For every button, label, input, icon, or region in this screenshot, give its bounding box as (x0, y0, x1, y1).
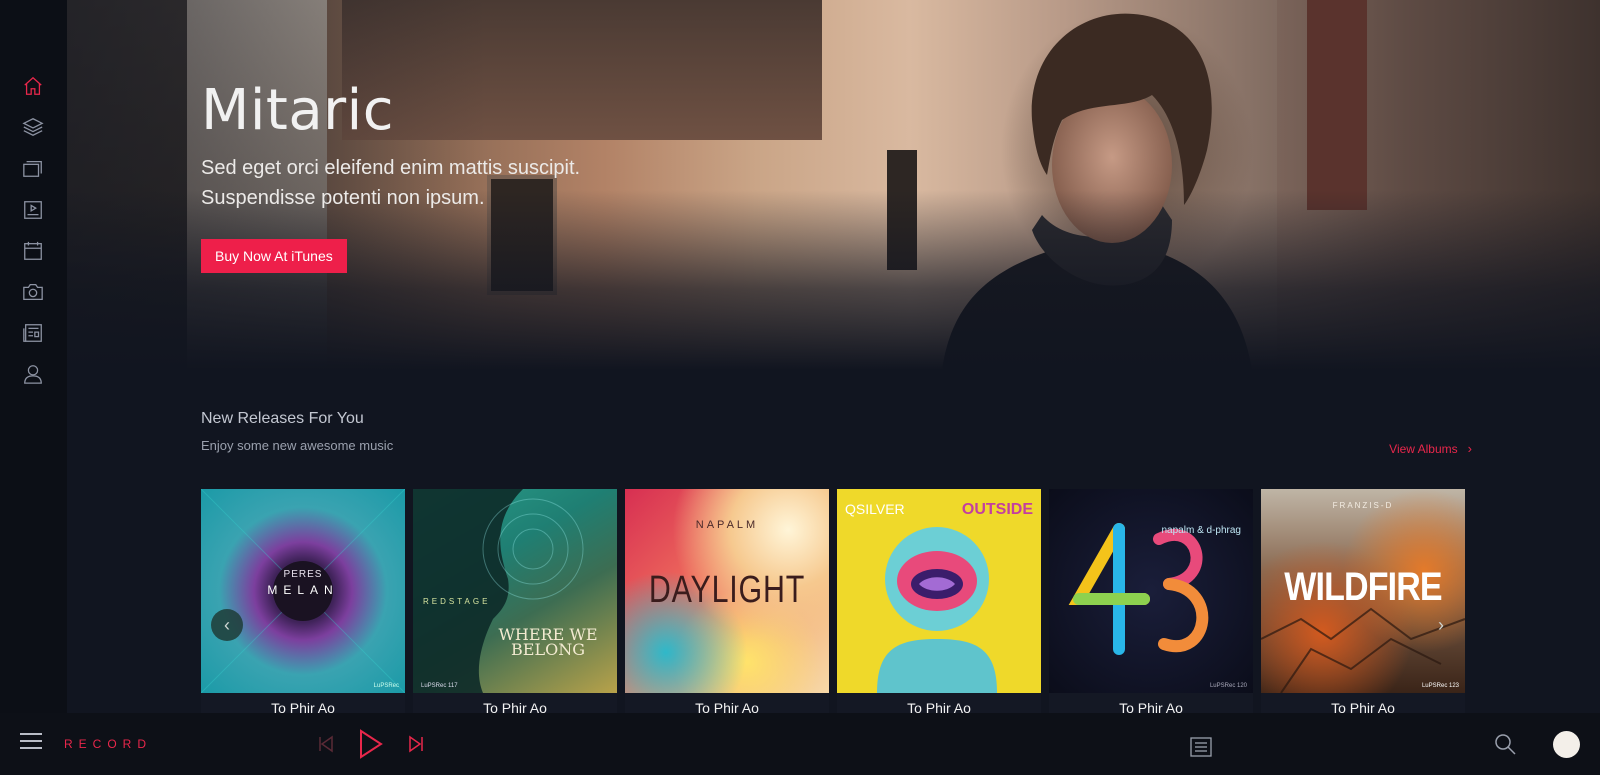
section-subtitle: Enjoy some new awesome music (201, 438, 394, 453)
video-icon (24, 201, 42, 219)
cover-artist-text: FRANZIS-D (1332, 501, 1394, 510)
chevron-right-icon: › (1438, 614, 1444, 635)
cover-label-text: LuPSRec 123 (1421, 683, 1459, 689)
sidebar-item-photos[interactable] (21, 280, 45, 304)
sidebar-item-home[interactable] (21, 74, 45, 98)
cover-artist-text: NAPALM (695, 519, 759, 531)
cover-artist-text: QSILVER (845, 501, 905, 517)
album-title: To Phir Ao (483, 700, 547, 713)
calendar-icon (24, 241, 42, 260)
user-icon (24, 365, 42, 384)
hero-banner: Mitaric Sed eget orci eleifend enim matt… (67, 0, 1600, 370)
view-albums-label: View Albums (1389, 441, 1458, 456)
album-card[interactable]: FRANZIS-D WILDFIRE LuPSRec 123 To Phir A… (1261, 489, 1465, 713)
sidebar-item-news[interactable] (21, 321, 45, 345)
cover-artist-text: REDSTAGE (423, 597, 491, 606)
carousel-next-button[interactable]: › (1425, 609, 1457, 641)
hero-subtitle: Sed eget orci eleifend enim mattis susci… (201, 153, 621, 213)
cover-label-text: LuPSRec 117 (421, 683, 458, 689)
play-button[interactable] (358, 728, 384, 760)
search-icon (1495, 734, 1516, 755)
sidebar-item-events[interactable] (21, 239, 45, 263)
section-title: New Releases For You (201, 410, 364, 427)
album-card[interactable]: NAPALM DAYLIGHT To Phir Ao (625, 489, 829, 713)
album-card[interactable]: REDSTAGE WHERE WE BELONG LuPSRec 117 To … (413, 489, 617, 713)
cover-title-text: MELAN (267, 583, 339, 597)
carousel-prev-button[interactable]: ‹ (211, 609, 243, 641)
cover-title-text: WILDFIRE (1284, 565, 1442, 609)
layers-icon (22, 118, 44, 136)
album-cover: napalm & d-phrag LuPSRec 120 43 (1049, 489, 1253, 693)
home-icon (24, 76, 42, 95)
playlist-icon (1190, 737, 1212, 757)
player-bar: RECORD (0, 713, 1600, 775)
chevron-left-icon: ‹ (224, 614, 230, 635)
album-card[interactable]: QSILVER OUTSIDE To Phir Ao (837, 489, 1041, 713)
album-cover: PERES MELAN LuPSRec (201, 489, 405, 693)
album-title: To Phir Ao (1331, 700, 1395, 713)
album-card[interactable]: PERES MELAN LuPSRec To Phir Ao (201, 489, 405, 713)
cover-title-text: OUTSIDE (961, 501, 1033, 518)
skip-forward-icon (409, 735, 423, 753)
hero-backdrop-shutter (1307, 0, 1367, 210)
hero-subtitle-line-2: Suspendisse potenti non ipsum. (201, 187, 485, 209)
album-title: To Phir Ao (695, 700, 759, 713)
cover-title-text: DAYLIGHT (648, 569, 806, 611)
album-title: To Phir Ao (1119, 700, 1183, 713)
view-albums-link[interactable]: View Albums › (1389, 441, 1472, 456)
app: Mitaric Sed eget orci eleifend enim matt… (0, 0, 1600, 775)
album-cover: QSILVER OUTSIDE (837, 489, 1041, 693)
cover-title-text: WHERE WE BELONG (498, 625, 598, 659)
album-card[interactable]: napalm & d-phrag LuPSRec 120 43 To Phir … (1049, 489, 1253, 713)
album-cover: NAPALM DAYLIGHT (625, 489, 829, 693)
album-title: To Phir Ao (907, 700, 971, 713)
album-stack-icon (23, 160, 42, 177)
sidebar-item-artists[interactable] (21, 362, 45, 386)
album-carousel: PERES MELAN LuPSRec To Phir Ao REDSTAGE … (201, 489, 1468, 713)
cover-artist-text: napalm & d-phrag (1161, 525, 1242, 536)
album-title: To Phir Ao (271, 700, 335, 713)
sidebar-item-layers[interactable] (21, 115, 45, 139)
brand-logo: RECORD (64, 737, 153, 751)
next-track-button[interactable] (408, 735, 424, 753)
search-button[interactable] (1494, 733, 1516, 755)
cover-art (877, 527, 997, 693)
sidebar-item-videos[interactable] (21, 198, 45, 222)
hamburger-icon (20, 733, 42, 735)
cover-art (413, 489, 584, 693)
menu-button[interactable] (20, 733, 42, 753)
cover-art (1068, 523, 1209, 655)
chevron-right-icon: › (1467, 441, 1472, 456)
album-cover: REDSTAGE WHERE WE BELONG LuPSRec 117 (413, 489, 617, 693)
previous-track-button[interactable] (318, 735, 334, 753)
hero-title: Mitaric (201, 78, 395, 143)
newspaper-icon (23, 324, 42, 342)
skip-back-icon (319, 735, 333, 753)
cover-artist-text: PERES (283, 569, 323, 580)
camera-icon (23, 284, 43, 300)
playlist-button[interactable] (1190, 737, 1212, 757)
album-cover: FRANZIS-D WILDFIRE LuPSRec 123 (1261, 489, 1465, 693)
avatar[interactable] (1553, 731, 1580, 758)
cover-label-text: LuPSRec (373, 683, 399, 689)
hero-fade (67, 190, 1600, 370)
buy-itunes-button[interactable]: Buy Now At iTunes (201, 239, 347, 273)
sidebar (0, 0, 67, 713)
cover-label-text: LuPSRec 120 (1209, 683, 1247, 689)
sidebar-item-albums[interactable] (21, 156, 45, 180)
hero-subtitle-line-1: Sed eget orci eleifend enim mattis susci… (201, 157, 581, 179)
play-icon (360, 729, 383, 759)
